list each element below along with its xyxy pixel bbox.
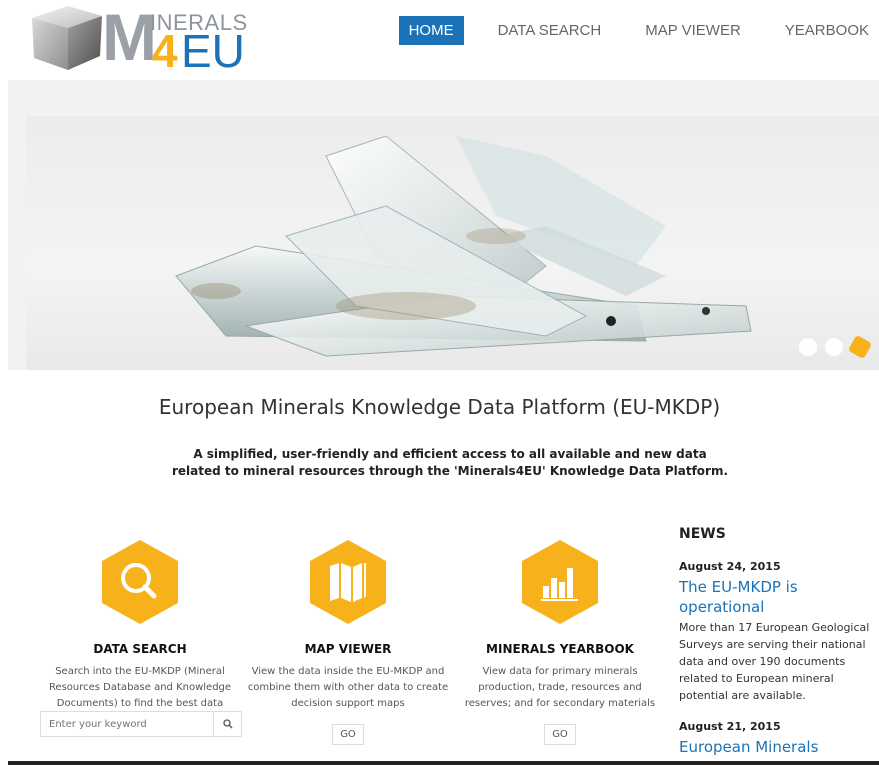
search-submit-button[interactable]	[213, 712, 241, 736]
nav-map-viewer[interactable]: MAP VIEWER	[635, 16, 751, 45]
feature-title[interactable]: MAP VIEWER	[243, 642, 453, 656]
slider-dot-2[interactable]	[825, 338, 843, 356]
feature-map-viewer: MAP VIEWER View the data inside the EU-M…	[243, 538, 453, 745]
hero-slider	[26, 116, 879, 370]
news-body: More than 17 European Geological Surveys…	[679, 621, 870, 702]
news-title-link[interactable]: European Minerals	[679, 737, 879, 757]
magnifier-icon	[222, 719, 232, 729]
slider-dot-3[interactable]	[847, 334, 873, 360]
search-icon[interactable]	[96, 538, 184, 626]
crystal-image	[175, 135, 752, 357]
news-date: August 21, 2015	[679, 720, 781, 733]
yearbook-go-button[interactable]: GO	[544, 724, 576, 745]
main-nav: HOME DATA SEARCH MAP VIEWER YEARBOOK	[375, 16, 879, 45]
news-title-link[interactable]: The EU-MKDP is operational	[679, 577, 879, 617]
keyword-search	[40, 711, 242, 737]
cube-logo-icon	[32, 6, 102, 70]
nav-yearbook[interactable]: YEARBOOK	[775, 16, 879, 45]
nav-data-search[interactable]: DATA SEARCH	[488, 16, 612, 45]
page-subtitle: A simplified, user-friendly and efficien…	[171, 447, 729, 478]
bottom-divider	[8, 761, 879, 765]
page-title: European Minerals Knowledge Data Platfor…	[158, 395, 721, 419]
slider-dot-1[interactable]	[799, 338, 817, 356]
feature-title[interactable]: DATA SEARCH	[35, 642, 245, 656]
news-date: August 24, 2015	[679, 560, 781, 573]
news-panel: NEWS August 24, 2015 The EU-MKDP is oper…	[679, 526, 879, 757]
map-icon[interactable]	[304, 538, 392, 626]
slider-dots	[791, 334, 873, 360]
logo-four: 4	[152, 25, 178, 77]
feature-description: View data for primary minerals productio…	[464, 666, 656, 709]
logo-eu: EU	[181, 25, 245, 77]
hero-slider-container	[8, 80, 879, 370]
nav-home[interactable]: HOME	[398, 16, 464, 45]
keyword-search-input[interactable]	[41, 712, 213, 736]
feature-data-search: DATA SEARCH Search into the EU-MKDP (Min…	[35, 538, 245, 712]
feature-title[interactable]: MINERALS YEARBOOK	[455, 642, 665, 656]
feature-description: View the data inside the EU-MKDP and com…	[247, 666, 449, 709]
map-viewer-go-button[interactable]: GO	[332, 724, 364, 745]
logo-m: M	[102, 0, 157, 74]
minerals4eu-logo[interactable]: M INERALS 4 EU	[28, 0, 248, 77]
site-header: M INERALS 4 EU HOME DATA SEARCH MAP VIEW…	[0, 0, 879, 80]
bar-chart-icon[interactable]	[516, 538, 604, 626]
news-heading: NEWS	[679, 526, 726, 542]
feature-minerals-yearbook: MINERALS YEARBOOK View data for primary …	[455, 538, 665, 745]
feature-description: Search into the EU-MKDP (Mineral Resourc…	[48, 666, 232, 709]
